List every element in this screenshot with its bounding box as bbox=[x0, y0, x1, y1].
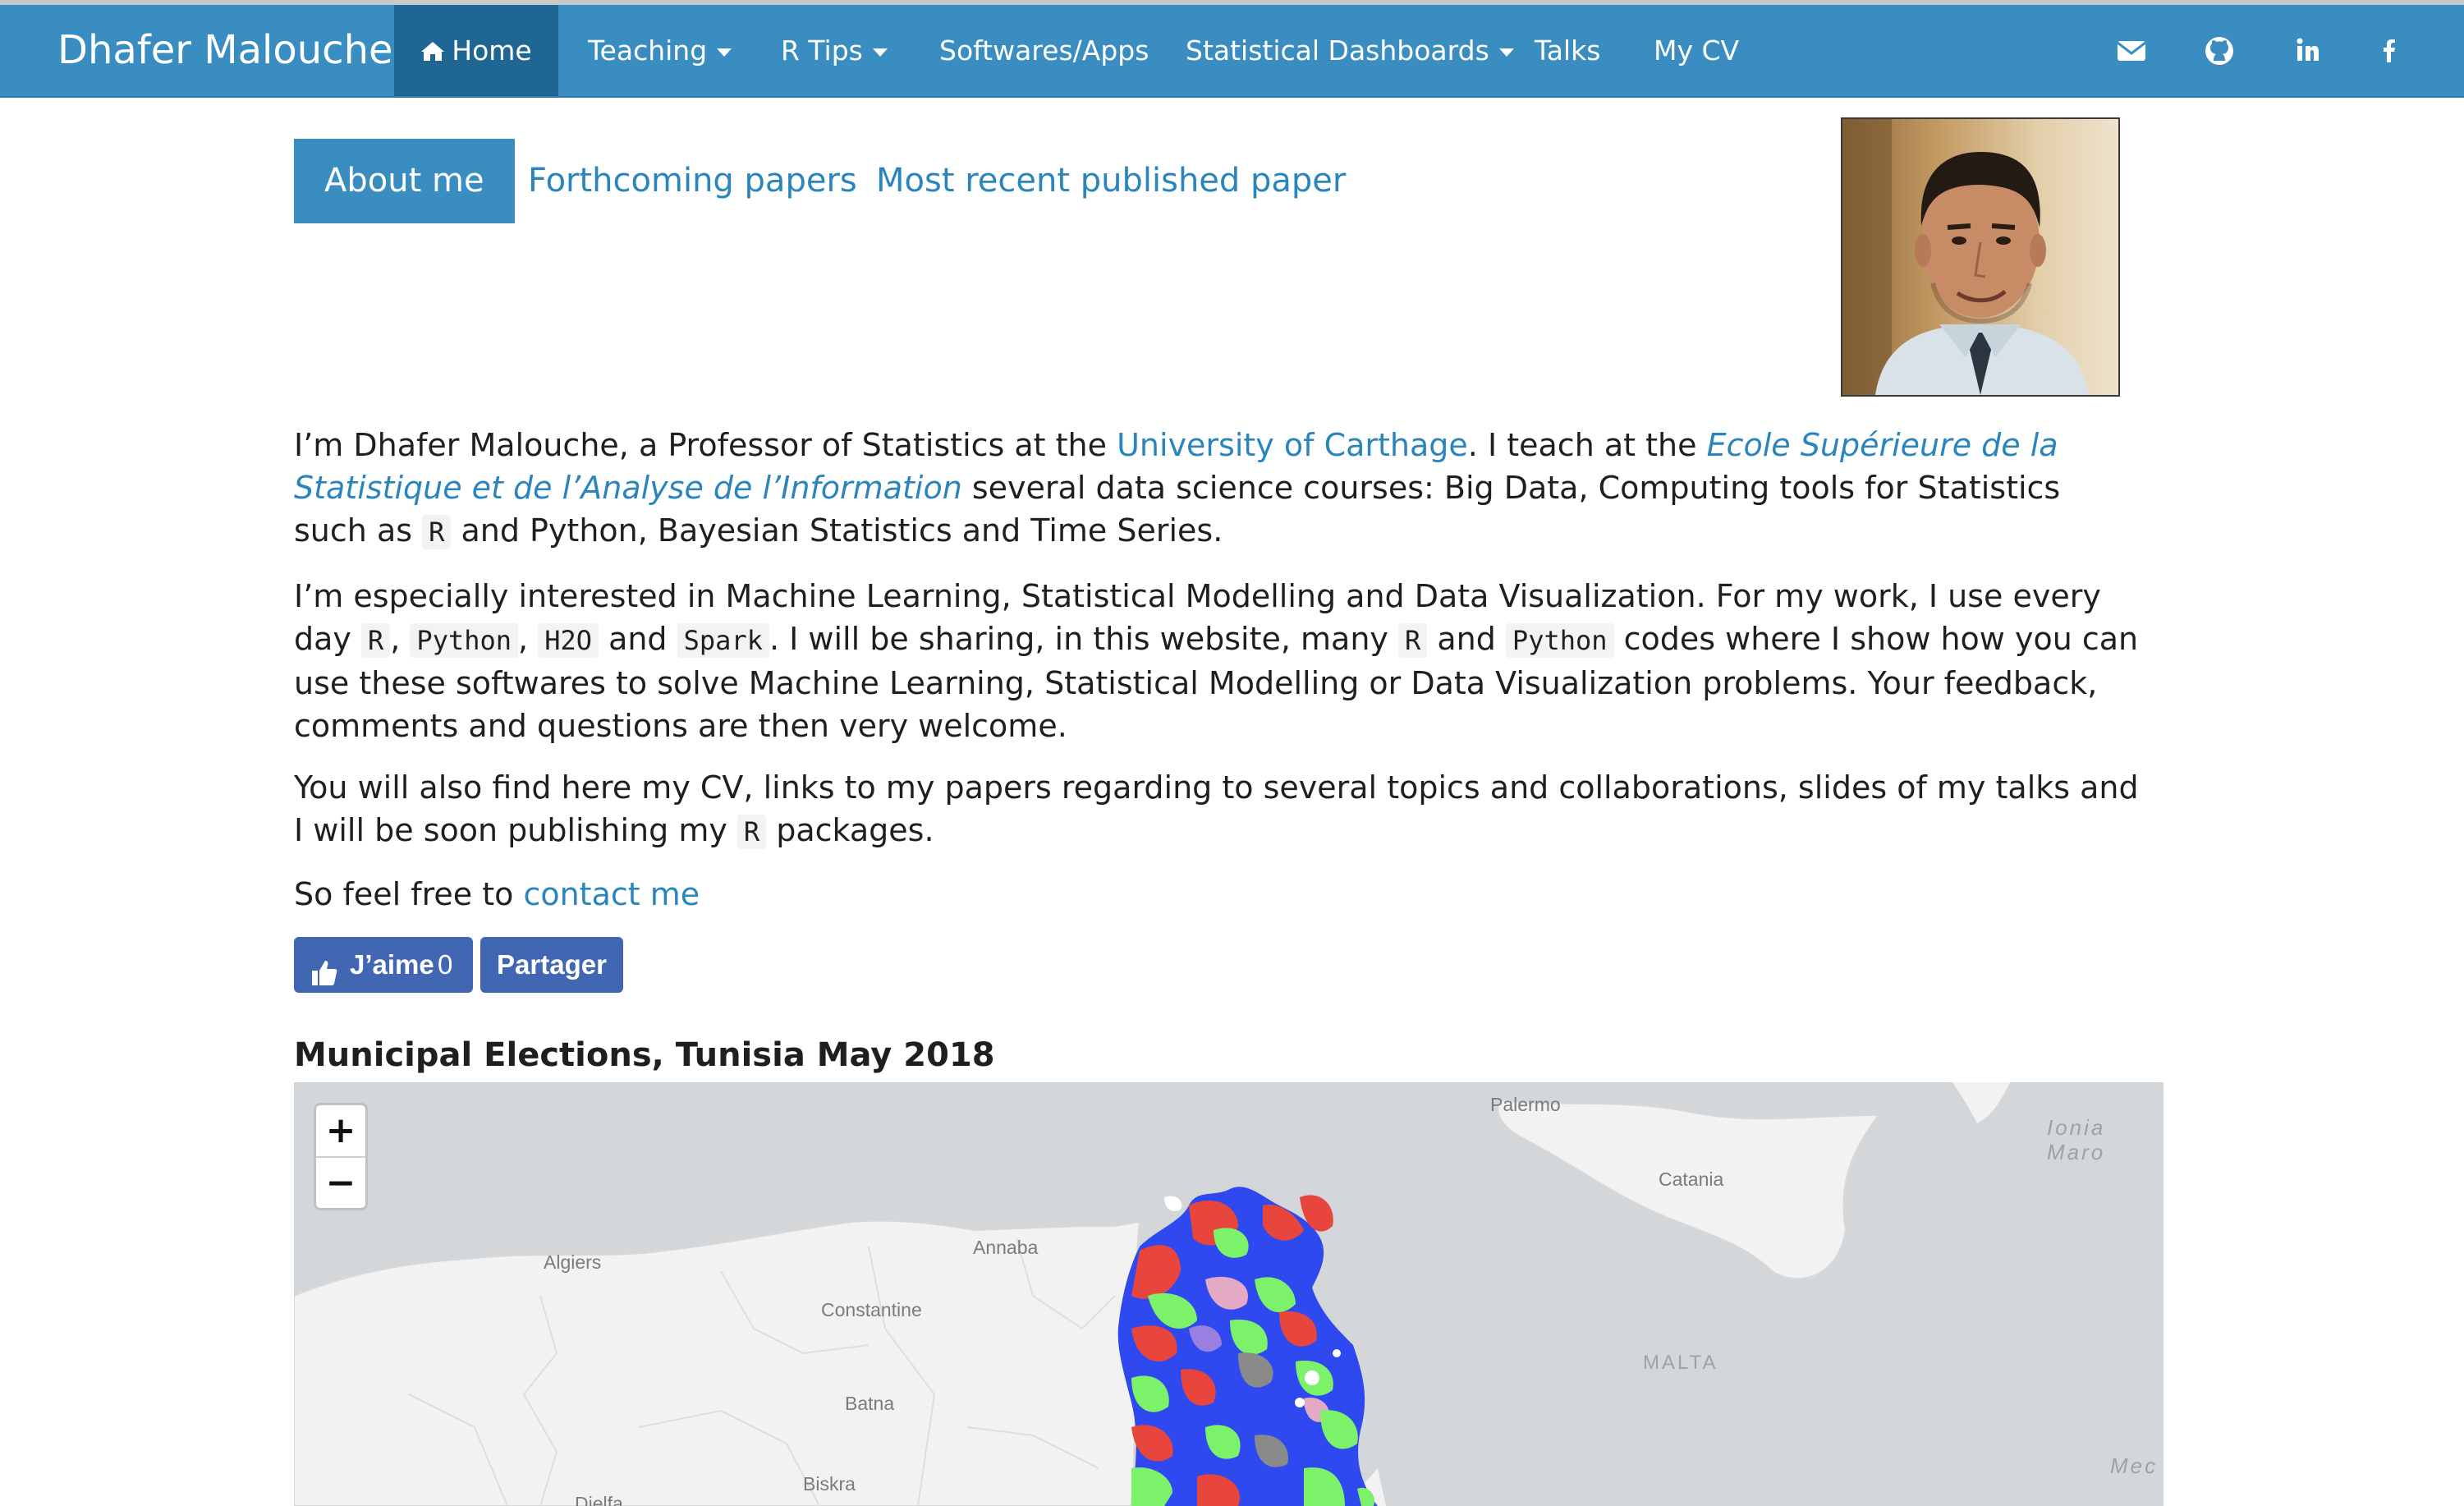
map-zoom-control: + − bbox=[314, 1103, 368, 1210]
city-constantine: Constantine bbox=[821, 1299, 922, 1320]
facebook-icon[interactable] bbox=[2366, 28, 2412, 74]
site-brand[interactable]: Dhafer Malouche bbox=[57, 5, 393, 96]
label-mediterranean: Mec bbox=[2110, 1453, 2159, 1478]
intro-text: . I teach at the bbox=[1467, 427, 1707, 463]
label-malta: MALTA bbox=[1643, 1352, 1718, 1374]
nav-softwares-label: Softwares/Apps bbox=[939, 34, 1149, 67]
tab-forthcoming-papers[interactable]: Forthcoming papers bbox=[528, 139, 857, 223]
city-palermo: Palermo bbox=[1490, 1094, 1561, 1115]
code-python: Python bbox=[1505, 623, 1614, 658]
intro-text: You will also find here my CV, links to … bbox=[294, 769, 2139, 848]
label-ionian-sea: Ionia Maro bbox=[2047, 1115, 2106, 1164]
land-italy bbox=[1952, 1082, 2010, 1123]
separator: and bbox=[598, 621, 677, 657]
university-link[interactable]: University of Carthage bbox=[1117, 427, 1468, 463]
nav-home-label: Home bbox=[452, 34, 532, 67]
intro-text: . I will be sharing, in this website, ma… bbox=[769, 621, 1398, 657]
city-biskra: Biskra bbox=[803, 1473, 856, 1495]
nav-dashboards-label: Statistical Dashboards bbox=[1186, 34, 1489, 67]
navbar: Dhafer Malouche Home Teaching R Tips Sof… bbox=[0, 5, 2464, 98]
nav-talks-label: Talks bbox=[1535, 34, 1601, 67]
intro-text: and Python, Bayesian Statistics and Time… bbox=[451, 512, 1223, 549]
tab-recent-paper[interactable]: Most recent published paper bbox=[876, 139, 1346, 223]
city-algiers: Algiers bbox=[544, 1251, 602, 1273]
city-annaba: Annaba bbox=[973, 1237, 1039, 1258]
thumbs-up-icon bbox=[310, 950, 338, 1006]
tunisia-election-results bbox=[1117, 1187, 1378, 1506]
city-batna: Batna bbox=[845, 1393, 895, 1414]
facebook-like-button[interactable]: J’aime 0 bbox=[294, 937, 473, 993]
intro-paragraph-3: You will also find here my CV, links to … bbox=[294, 766, 2141, 853]
intro-paragraph-2: I’m especially interested in Machine Lea… bbox=[294, 575, 2141, 747]
land-algeria bbox=[294, 1219, 1141, 1506]
code-python: Python bbox=[410, 623, 519, 658]
intro-text: So feel free to bbox=[294, 876, 524, 912]
share-label: Partager bbox=[497, 949, 607, 980]
city-catania: Catania bbox=[1659, 1169, 1724, 1190]
facebook-share-button[interactable]: Partager bbox=[480, 937, 623, 993]
like-count: 0 bbox=[438, 949, 453, 980]
linkedin-icon[interactable] bbox=[2284, 28, 2330, 74]
intro-text: I’m Dhafer Malouche, a Professor of Stat… bbox=[294, 427, 1117, 463]
nav-teaching-label: Teaching bbox=[588, 34, 708, 67]
profile-photo bbox=[1841, 117, 2120, 397]
code-r: R bbox=[360, 623, 391, 658]
contact-link[interactable]: contact me bbox=[523, 876, 700, 912]
separator: , bbox=[518, 621, 539, 657]
nav-statistical-dashboards[interactable]: Statistical Dashboards bbox=[1186, 5, 1514, 96]
intro-paragraph-1: I’m Dhafer Malouche, a Professor of Stat… bbox=[294, 424, 2141, 553]
map-section-title: Municipal Elections, Tunisia May 2018 bbox=[294, 1036, 995, 1074]
chevron-down-icon bbox=[872, 48, 888, 57]
zoom-in-button[interactable]: + bbox=[316, 1105, 365, 1156]
nav-my-cv[interactable]: My CV bbox=[1654, 5, 1739, 96]
zoom-out-button[interactable]: − bbox=[316, 1158, 365, 1209]
code-h2o: H2O bbox=[538, 623, 599, 658]
separator: and bbox=[1427, 621, 1506, 657]
election-map[interactable]: Palermo Catania Algiers Annaba Constanti… bbox=[294, 1082, 2163, 1506]
city-djelfa: Djelfa bbox=[575, 1493, 623, 1506]
code-r: R bbox=[736, 815, 767, 849]
intro-text: packages. bbox=[766, 812, 934, 848]
code-spark: Spark bbox=[677, 623, 769, 658]
code-r: R bbox=[422, 515, 452, 549]
tab-about-me[interactable]: About me bbox=[294, 139, 515, 223]
nav-r-tips[interactable]: R Tips bbox=[781, 5, 888, 96]
nav-r-tips-label: R Tips bbox=[781, 34, 863, 67]
like-label: J’aime bbox=[350, 949, 434, 980]
envelope-icon[interactable] bbox=[2108, 28, 2154, 74]
intro-paragraph-4: So feel free to contact me bbox=[294, 873, 2141, 916]
nav-softwares-apps[interactable]: Softwares/Apps bbox=[939, 5, 1149, 96]
code-r: R bbox=[1398, 623, 1428, 658]
chevron-down-icon bbox=[1498, 48, 1514, 57]
chevron-down-icon bbox=[717, 48, 732, 57]
nav-home[interactable]: Home bbox=[394, 5, 558, 96]
separator: , bbox=[390, 621, 411, 657]
github-icon[interactable] bbox=[2196, 28, 2242, 74]
home-icon bbox=[420, 7, 445, 98]
nav-talks[interactable]: Talks bbox=[1535, 5, 1600, 96]
nav-cv-label: My CV bbox=[1654, 34, 1740, 67]
nav-teaching[interactable]: Teaching bbox=[588, 5, 732, 96]
